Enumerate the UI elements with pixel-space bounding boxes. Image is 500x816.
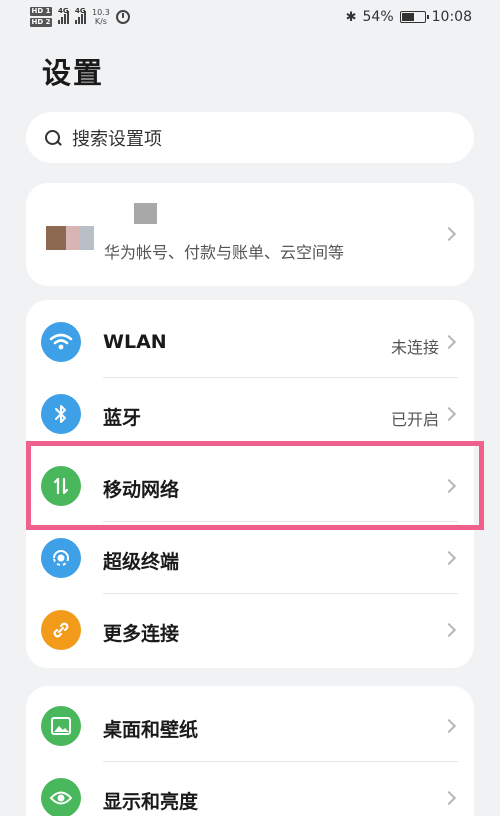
clock: 10:08	[431, 9, 472, 25]
wlan-status: 未连接	[390, 338, 439, 357]
chevron-right-icon	[441, 478, 457, 494]
signal-1-icon: 4G	[58, 7, 69, 24]
display-card: 桌面和壁纸 显示和亮度	[26, 686, 474, 816]
status-bar-right: ✱ 54% 10:08	[346, 9, 472, 25]
alarm-icon	[115, 10, 130, 24]
search-icon	[44, 129, 62, 147]
wallpaper-icon	[41, 706, 81, 746]
account-card[interactable]: 华为帐号、付款与账单、云空间等	[26, 183, 474, 286]
chevron-right-icon	[441, 334, 457, 350]
mobile-network-label: 移动网络	[103, 479, 180, 501]
page-title: 设置	[42, 56, 105, 90]
settings-item-more-connections[interactable]: 更多连接	[26, 594, 474, 666]
chevron-right-icon	[441, 718, 457, 734]
super-device-icon	[41, 538, 81, 578]
bluetooth-status: 已开启	[390, 410, 439, 429]
more-connections-label: 更多连接	[103, 623, 180, 645]
sim1-hd-icon: HD 1	[30, 7, 52, 16]
chevron-right-icon	[441, 406, 457, 422]
wifi-icon	[41, 322, 81, 362]
network-type-1: 4G	[58, 7, 69, 15]
network-speed-unit: K/s	[94, 17, 107, 26]
chevron-right-icon	[441, 550, 457, 566]
link-icon	[41, 610, 81, 650]
settings-item-wlan[interactable]: WLAN 未连接	[26, 306, 474, 378]
bluetooth-icon	[41, 394, 81, 434]
connectivity-card: WLAN 未连接 蓝牙 已开启 移动网络 超级终端 更多连接	[26, 300, 474, 668]
sim-indicators: HD 1 HD 2	[30, 7, 52, 27]
settings-item-mobile-network[interactable]: 移动网络	[26, 450, 474, 522]
display-brightness-label: 显示和亮度	[103, 791, 199, 813]
settings-item-super-device[interactable]: 超级终端	[26, 522, 474, 594]
bluetooth-status-icon: ✱	[345, 9, 357, 25]
network-speed: 10.3 K/s	[92, 8, 110, 26]
status-bar: HD 1 HD 2 4G 4G 10.3 K/s ✱ 54% 10:08	[0, 0, 500, 34]
network-speed-value: 10.3	[92, 8, 110, 17]
account-subtitle: 华为帐号、付款与账单、云空间等	[104, 243, 345, 262]
search-placeholder: 搜索设置项	[72, 128, 162, 150]
super-device-label: 超级终端	[103, 551, 180, 573]
chevron-right-icon	[441, 790, 457, 806]
battery-percent: 54%	[362, 9, 394, 25]
status-bar-left: HD 1 HD 2 4G 4G 10.3 K/s	[30, 7, 130, 27]
settings-item-display-brightness[interactable]: 显示和亮度	[26, 762, 474, 816]
settings-item-bluetooth[interactable]: 蓝牙 已开启	[26, 378, 474, 450]
mobile-data-icon	[41, 466, 81, 506]
wlan-label: WLAN	[103, 331, 167, 353]
avatar	[46, 226, 94, 250]
chevron-right-icon	[441, 226, 457, 242]
chevron-right-icon	[441, 622, 457, 638]
battery-icon	[399, 11, 429, 23]
account-name-redacted	[134, 203, 157, 224]
eye-icon	[41, 778, 81, 816]
wallpaper-label: 桌面和壁纸	[103, 719, 199, 741]
network-type-2: 4G	[75, 7, 86, 15]
search-bar[interactable]: 搜索设置项	[26, 112, 474, 163]
settings-item-wallpaper[interactable]: 桌面和壁纸	[26, 690, 474, 762]
sim2-hd-icon: HD 2	[30, 18, 52, 27]
signal-2-icon: 4G	[75, 7, 86, 24]
bluetooth-label: 蓝牙	[103, 407, 142, 429]
